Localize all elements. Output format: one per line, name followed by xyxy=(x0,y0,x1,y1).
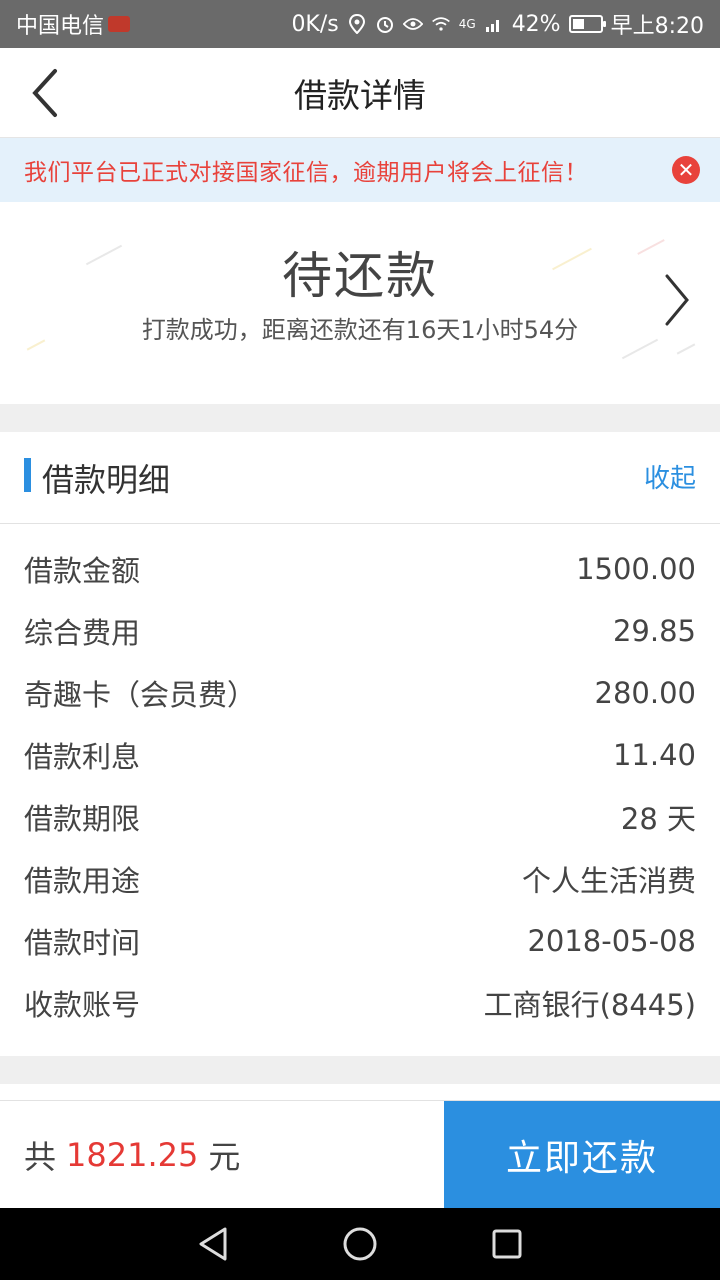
section-header: 借款明细 收起 xyxy=(0,432,720,524)
square-recent-icon[interactable] xyxy=(487,1224,527,1264)
detail-row: 奇趣卡（会员费） 280.00 xyxy=(0,662,720,724)
page-title: 借款详情 xyxy=(294,75,426,115)
carrier-icon xyxy=(108,16,131,32)
loan-status-card[interactable]: 待还款 打款成功，距离还款还有16天1小时54分 xyxy=(0,202,720,404)
battery-percent: 42% xyxy=(511,11,561,37)
system-nav-bar xyxy=(0,1208,720,1280)
detail-value: 2018-05-08 xyxy=(527,924,696,958)
total-value: 1821.25 xyxy=(66,1135,199,1174)
triangle-back-icon[interactable] xyxy=(193,1224,233,1264)
repay-now-button[interactable]: 立即还款 xyxy=(444,1101,720,1208)
detail-value: 11.40 xyxy=(612,738,696,772)
detail-row: 借款用途 个人生活消费 xyxy=(0,848,720,910)
section-accent-bar xyxy=(24,458,31,492)
carrier-name: 中国电信 xyxy=(16,14,105,39)
total-amount: 共 1821.25 元 xyxy=(0,1101,444,1208)
chevron-left-icon xyxy=(32,69,57,117)
clock: 早上8:20 xyxy=(610,14,704,39)
loan-detail-section: 借款明细 收起 借款金额 1500.00 综合费用 29.85 奇趣卡（会员费） 28… xyxy=(0,432,720,1056)
signal-icon xyxy=(484,14,504,34)
detail-label: 借款时间 xyxy=(24,926,141,960)
close-icon[interactable]: ✕ xyxy=(672,156,700,184)
circle-home-icon[interactable] xyxy=(340,1224,380,1264)
decor-stripe xyxy=(676,343,696,355)
detail-value: 280.00 xyxy=(594,676,696,710)
network-type: 4G xyxy=(458,17,476,31)
chevron-right-icon xyxy=(665,274,689,326)
section-title: 借款明细 xyxy=(42,460,171,499)
location-icon xyxy=(347,14,367,34)
eye-icon xyxy=(402,14,423,34)
detail-row: 借款期限 28 天 xyxy=(0,786,720,848)
detail-label: 借款期限 xyxy=(24,802,141,836)
detail-label: 综合费用 xyxy=(24,616,141,650)
loan-status-subtitle: 打款成功，距离还款还有16天1小时54分 xyxy=(141,316,579,344)
detail-row: 借款金额 1500.00 xyxy=(0,538,720,600)
detail-label: 收款账号 xyxy=(24,988,141,1022)
detail-value: 个人生活消费 xyxy=(521,864,696,898)
detail-value: 28 天 xyxy=(620,802,696,836)
detail-label: 借款用途 xyxy=(24,864,141,898)
network-speed: 0K/s xyxy=(291,11,339,37)
alarm-icon xyxy=(375,14,395,34)
detail-value: 1500.00 xyxy=(576,552,696,586)
back-button[interactable] xyxy=(22,68,66,118)
detail-row: 综合费用 29.85 xyxy=(0,600,720,662)
detail-row: 借款利息 11.40 xyxy=(0,724,720,786)
status-bar: 中国电信 0K/s 4G 42% 早上8:20 xyxy=(0,0,720,48)
detail-list: 借款金额 1500.00 综合费用 29.85 奇趣卡（会员费） 280.00 借款利… xyxy=(0,524,720,1034)
detail-label: 借款金额 xyxy=(24,554,141,588)
next-section-edge xyxy=(0,1084,720,1100)
battery-icon xyxy=(568,15,606,33)
collapse-button[interactable]: 收起 xyxy=(644,458,696,495)
wifi-icon xyxy=(431,14,451,34)
detail-row: 借款时间 2018-05-08 xyxy=(0,910,720,972)
detail-row: 收款账号 工商银行(8445) xyxy=(0,972,720,1034)
detail-label: 借款利息 xyxy=(24,740,141,774)
detail-value: 工商银行(8445) xyxy=(483,988,696,1022)
notice-banner: 我们平台已正式对接国家征信，逾期用户将会上征信！ ✕ xyxy=(0,138,720,202)
detail-label: 奇趣卡（会员费） xyxy=(24,678,257,712)
total-unit: 元 xyxy=(208,1137,241,1176)
total-prefix: 共 xyxy=(24,1137,57,1176)
detail-value: 29.85 xyxy=(612,614,696,648)
loan-status-title: 待还款 xyxy=(282,247,438,305)
notice-text: 我们平台已正式对接国家征信，逾期用户将会上征信！ xyxy=(24,160,588,186)
payment-bar: 共 1821.25 元 立即还款 xyxy=(0,1100,720,1208)
top-navbar: 借款详情 xyxy=(0,48,720,138)
